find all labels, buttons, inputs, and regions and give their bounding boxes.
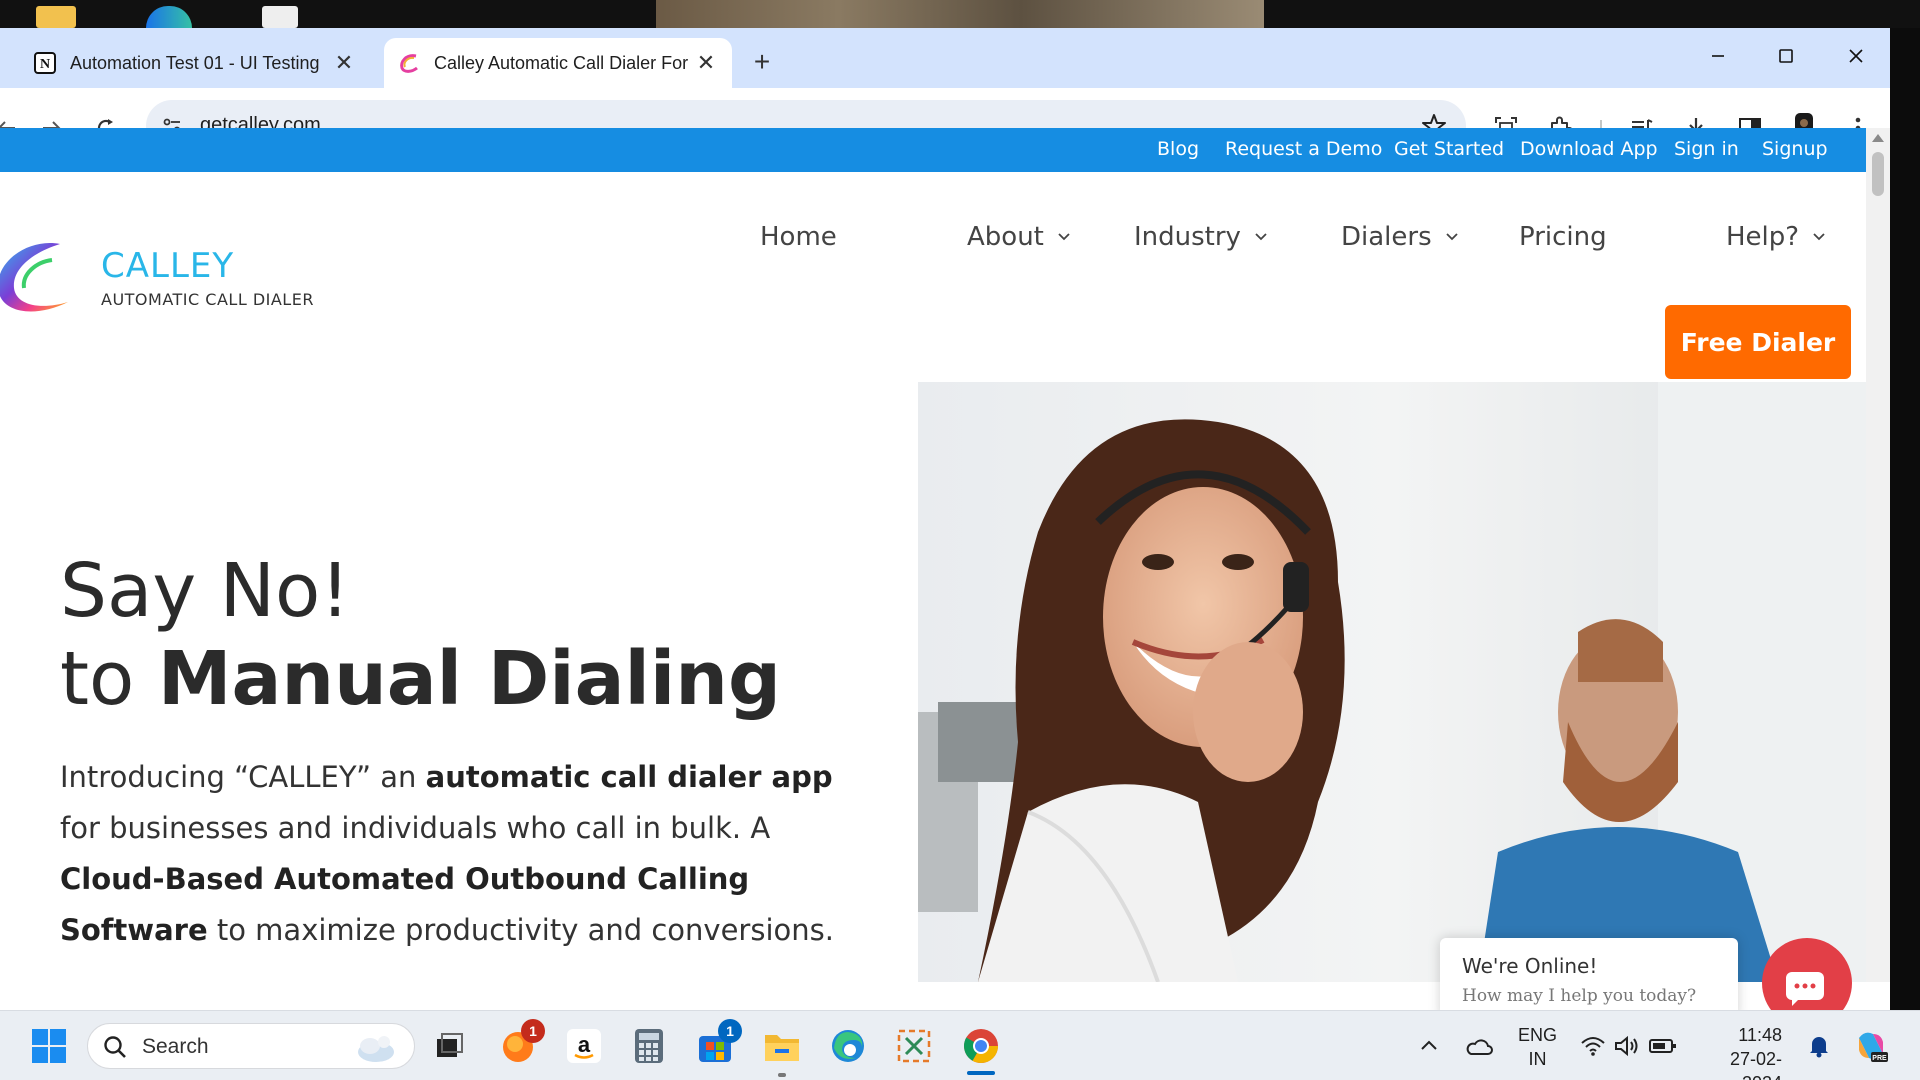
link-request-demo[interactable]: Request a Demo: [1225, 138, 1382, 160]
nav-about[interactable]: About: [967, 222, 1070, 252]
clock-date: 27-02-2024: [1729, 1049, 1782, 1080]
logo-tagline: AUTOMATIC CALL DIALER: [101, 290, 314, 309]
nav-label: Pricing: [1519, 222, 1607, 252]
task-view-icon[interactable]: [428, 1025, 470, 1067]
calley-favicon-icon: [398, 52, 420, 74]
chevron-up-icon[interactable]: [1408, 1025, 1450, 1067]
link-blog[interactable]: Blog: [1157, 138, 1199, 160]
chevron-down-icon: [1058, 233, 1070, 241]
file-explorer-icon[interactable]: [761, 1025, 803, 1067]
hero-text-panel: Say No! to Manual Dialing Introducing “C…: [0, 382, 918, 982]
close-window-icon[interactable]: [1834, 40, 1878, 72]
notification-badge: 1: [521, 1019, 545, 1043]
nav-label: Home: [760, 222, 837, 252]
hero-section: Say No! to Manual Dialing Introducing “C…: [0, 382, 1866, 982]
tab-calley[interactable]: Calley Automatic Call Dialer For ✕: [384, 38, 732, 88]
hero-headline-line1: Say No!: [60, 548, 350, 634]
store-icon[interactable]: 1: [694, 1019, 742, 1067]
edge-icon[interactable]: [827, 1025, 869, 1067]
onedrive-icon[interactable]: [1458, 1025, 1500, 1067]
chevron-down-icon: [1255, 233, 1267, 241]
headline-prefix: to: [60, 636, 158, 722]
search-placeholder: Search: [142, 1035, 209, 1058]
hero-photo: [918, 382, 1866, 982]
nav-help[interactable]: Help?: [1726, 222, 1825, 252]
battery-icon[interactable]: [1642, 1025, 1684, 1067]
copilot-icon[interactable]: PRE: [1850, 1025, 1892, 1067]
site-header: CALLEY AUTOMATIC CALL DIALER Home About …: [0, 172, 1866, 382]
page-scrollbar[interactable]: [1866, 128, 1890, 982]
tab-automation-test[interactable]: N Automation Test 01 - UI Testing ✕: [20, 38, 370, 88]
headline-bold: Manual Dialing: [157, 636, 781, 722]
edge-desktop-icon[interactable]: [146, 6, 192, 28]
intro-bold: automatic call dialer app: [425, 760, 833, 794]
free-dialer-button[interactable]: Free Dialer: [1665, 305, 1851, 379]
folder-icon[interactable]: [36, 6, 76, 28]
hero-intro-text: Introducing “CALLEY” an automatic call d…: [60, 752, 860, 956]
link-sign-in[interactable]: Sign in: [1674, 138, 1739, 160]
document-icon[interactable]: [262, 6, 298, 28]
svg-text:N: N: [40, 57, 50, 72]
clock[interactable]: 11:48 27-02-2024: [1700, 1023, 1782, 1080]
nav-dialers[interactable]: Dialers: [1341, 222, 1458, 252]
scroll-up-arrow-icon[interactable]: [1872, 134, 1884, 142]
logo-name: CALLEY: [101, 246, 235, 286]
active-app-indicator: [967, 1071, 995, 1075]
link-download-app[interactable]: Download App: [1520, 138, 1658, 160]
desktop-photo: [656, 0, 1264, 28]
scroll-thumb[interactable]: [1872, 152, 1884, 196]
chevron-down-icon: [1446, 233, 1458, 241]
amazon-icon[interactable]: a: [563, 1025, 605, 1067]
search-highlight-icon: [358, 1036, 394, 1062]
chevron-down-icon: [1813, 233, 1825, 241]
tab-title: Automation Test 01 - UI Testing: [70, 52, 320, 73]
firefox-icon[interactable]: 1: [497, 1019, 545, 1067]
link-get-started[interactable]: Get Started: [1394, 138, 1504, 160]
desktop-background: [0, 0, 1920, 28]
taskbar-search[interactable]: Search: [87, 1023, 415, 1069]
nav-label: About: [967, 222, 1044, 252]
intro-part: for businesses and individuals who call …: [60, 811, 771, 845]
intro-part: to maximize productivity and conversions…: [207, 913, 834, 947]
clock-time: 11:48: [1738, 1025, 1782, 1045]
tab-strip: N Automation Test 01 - UI Testing ✕ Call…: [0, 28, 1890, 88]
maximize-icon[interactable]: [1764, 40, 1808, 72]
minimize-icon[interactable]: [1696, 40, 1740, 72]
chat-title: We're Online!: [1462, 954, 1598, 978]
link-signup[interactable]: Signup: [1762, 138, 1828, 160]
search-icon: [104, 1036, 126, 1058]
page-viewport: Blog Request a Demo Get Started Download…: [0, 128, 1866, 982]
nav-industry[interactable]: Industry: [1134, 222, 1267, 252]
intro-part: Introducing “CALLEY” an: [60, 760, 426, 794]
tab-close-icon[interactable]: ✕: [332, 50, 356, 75]
notion-icon: N: [34, 52, 56, 74]
nav-label: Help?: [1726, 222, 1800, 252]
region-code: IN: [1528, 1049, 1547, 1069]
notification-badge: 1: [718, 1019, 742, 1043]
calley-logo-icon[interactable]: [0, 240, 74, 320]
chat-subtitle: How may I help you today?: [1462, 986, 1697, 1006]
nav-pricing[interactable]: Pricing: [1519, 222, 1607, 252]
hero-headline-line2: to Manual Dialing: [60, 636, 781, 722]
svg-text:a: a: [578, 1032, 591, 1057]
notification-bell-icon[interactable]: [1798, 1025, 1840, 1067]
svg-text:PRE: PRE: [1872, 1055, 1887, 1062]
language-code: ENG: [1518, 1025, 1558, 1045]
tab-close-icon[interactable]: ✕: [694, 50, 718, 75]
windows-start-icon[interactable]: [28, 1025, 70, 1067]
language-indicator[interactable]: ENG IN: [1518, 1023, 1557, 1071]
chat-bubble-icon: [1786, 972, 1824, 1006]
tab-title: Calley Automatic Call Dialer For: [434, 52, 689, 73]
top-link-bar: Blog Request a Demo Get Started Download…: [0, 128, 1866, 172]
chrome-icon[interactable]: [960, 1025, 1002, 1067]
nav-home[interactable]: Home: [760, 222, 837, 252]
running-indicator: [778, 1073, 786, 1077]
taskbar: Search 1 a 1 ENG IN 11:48 27-02- PRE: [0, 1010, 1920, 1080]
chat-widget-card[interactable]: We're Online! How may I help you today?: [1440, 938, 1738, 1018]
snipping-tool-icon[interactable]: [893, 1025, 935, 1067]
nav-label: Industry: [1134, 222, 1241, 252]
new-tab-button[interactable]: +: [746, 46, 778, 78]
calculator-icon[interactable]: [628, 1025, 670, 1067]
nav-label: Dialers: [1341, 222, 1432, 252]
